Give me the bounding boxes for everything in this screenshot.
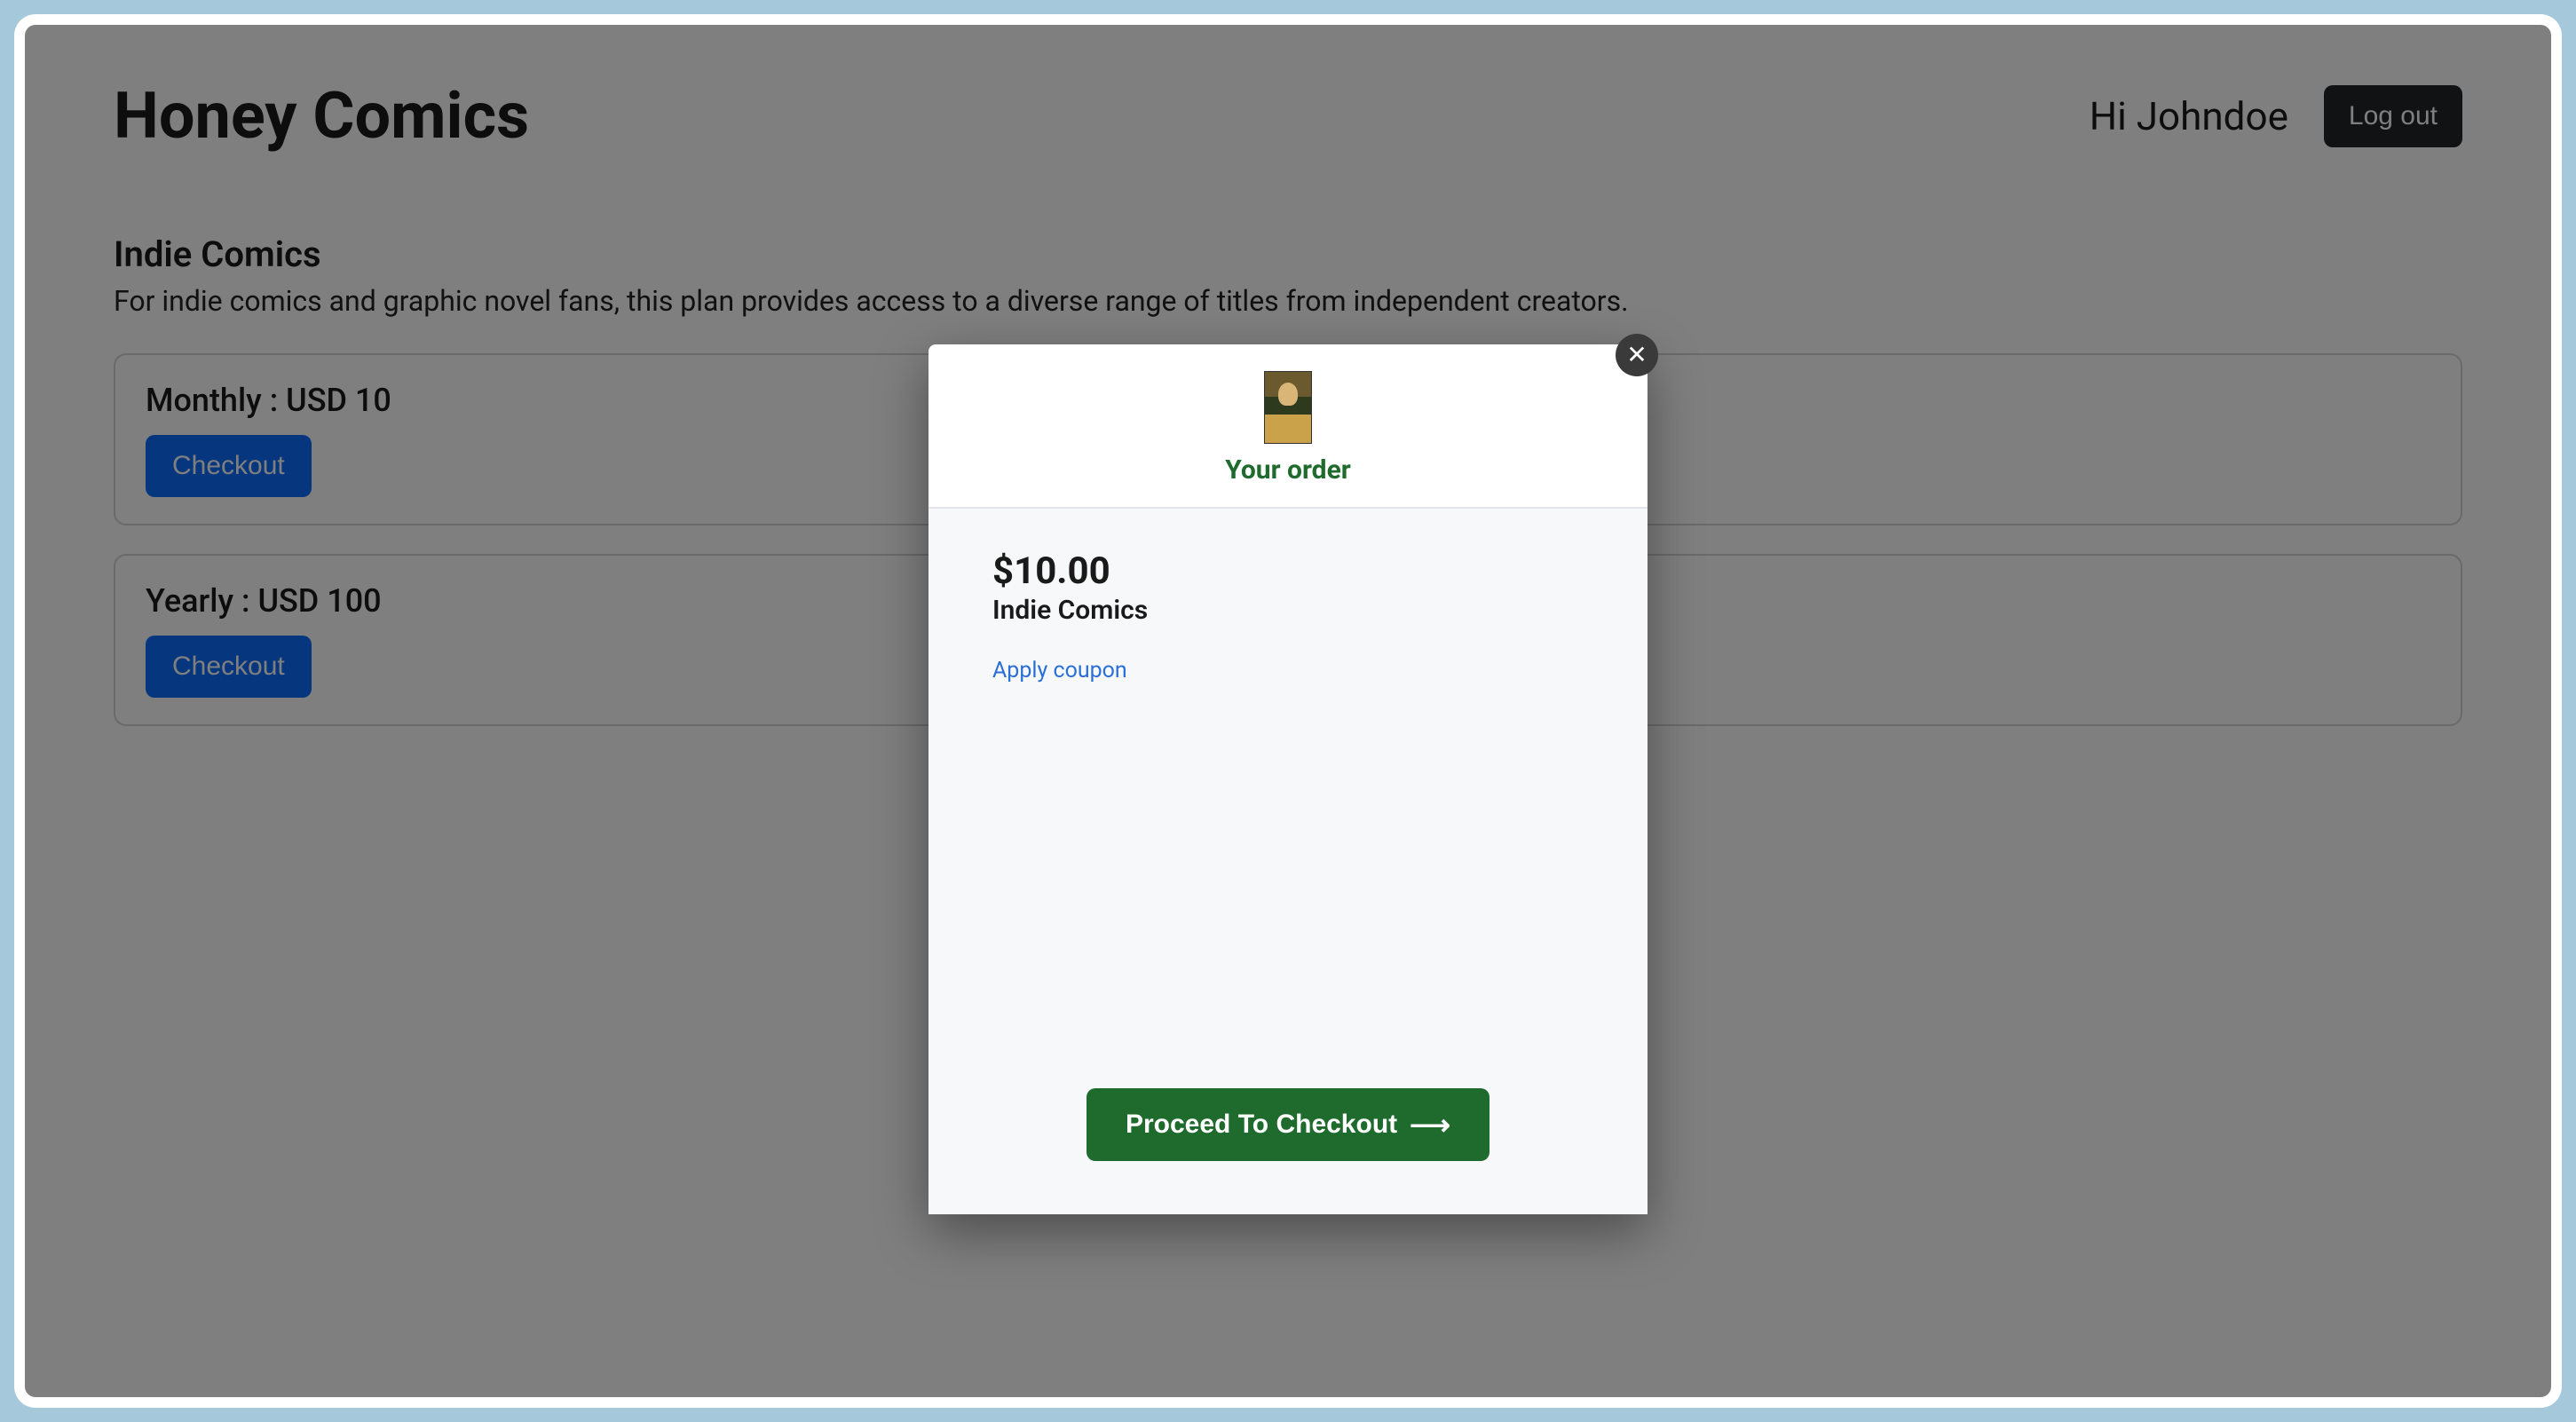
- close-button[interactable]: ✕: [1616, 334, 1658, 376]
- app-frame: Honey Comics Hi Johndoe Log out Indie Co…: [25, 25, 2551, 1397]
- modal-title: Your order: [946, 454, 1630, 486]
- order-modal: ✕ Your order $10.00 Indie Comics Apply c…: [928, 344, 1648, 1214]
- proceed-checkout-button[interactable]: Proceed To Checkout ⟶: [1087, 1088, 1489, 1161]
- merchant-logo-icon: [1264, 371, 1312, 444]
- arrow-right-icon: ⟶: [1410, 1110, 1450, 1139]
- close-icon: ✕: [1626, 343, 1647, 367]
- modal-overlay[interactable]: ✕ Your order $10.00 Indie Comics Apply c…: [25, 25, 2551, 1397]
- proceed-label: Proceed To Checkout: [1126, 1110, 1397, 1140]
- order-item-name: Indie Comics: [992, 595, 1584, 626]
- outer-frame: Honey Comics Hi Johndoe Log out Indie Co…: [14, 14, 2562, 1408]
- modal-header: Your order: [928, 344, 1648, 509]
- apply-coupon-link[interactable]: Apply coupon: [992, 658, 1584, 683]
- modal-footer: Proceed To Checkout ⟶: [928, 1062, 1648, 1214]
- order-price: $10.00: [992, 549, 1584, 593]
- modal-body: $10.00 Indie Comics Apply coupon: [928, 509, 1648, 1062]
